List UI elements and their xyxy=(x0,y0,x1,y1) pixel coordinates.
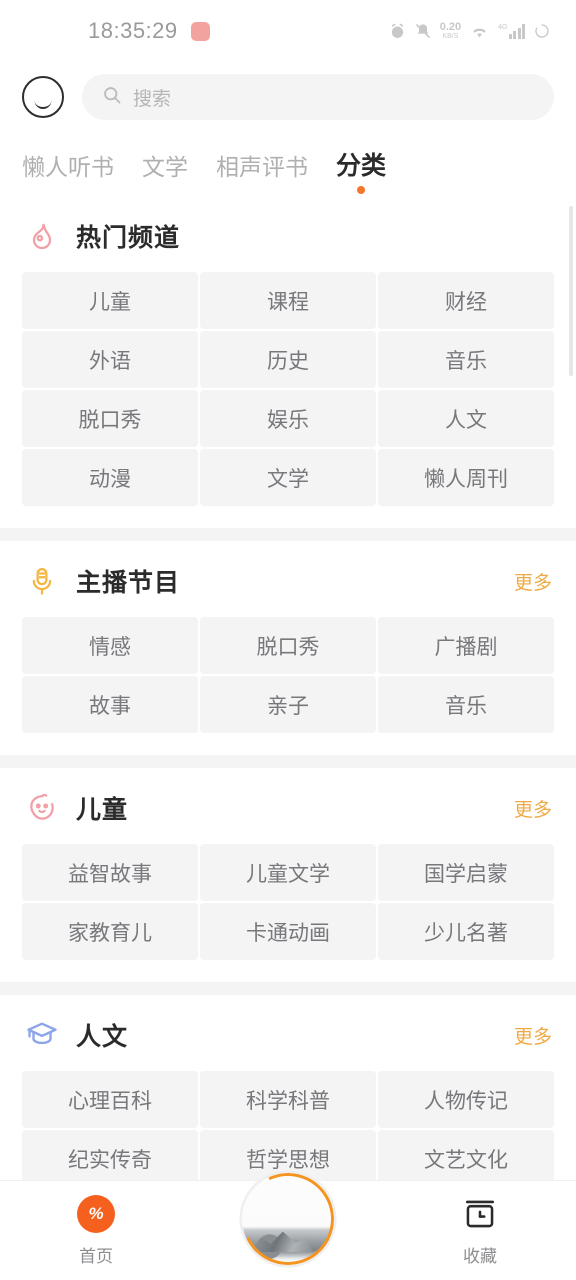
tab-label: 相声评书 xyxy=(216,154,308,180)
chip-item[interactable]: 儿童 xyxy=(22,272,198,329)
chip-item[interactable]: 纪实传奇 xyxy=(22,1130,198,1187)
chip-item[interactable]: 文学 xyxy=(200,449,376,506)
tab-lazy-listen[interactable]: 懒人听书 xyxy=(22,148,114,196)
nav-item-label: 首页 xyxy=(79,1246,113,1266)
section-more-link[interactable]: 更多 xyxy=(514,795,552,822)
chip-item[interactable]: 财经 xyxy=(378,272,554,329)
section-title: 主播节目 xyxy=(76,569,181,597)
wifi-icon xyxy=(470,24,489,39)
smiley-avatar-icon[interactable] xyxy=(22,76,64,118)
player-mini-button[interactable] xyxy=(242,1173,334,1265)
history-box-icon xyxy=(461,1195,499,1233)
signal-bars xyxy=(508,23,525,39)
chip-item[interactable]: 儿童文学 xyxy=(200,844,376,901)
chip-item[interactable]: 音乐 xyxy=(378,676,554,733)
chip-item[interactable]: 故事 xyxy=(22,676,198,733)
tab-label: 懒人听书 xyxy=(22,154,114,180)
chip-grid-humanities: 心理百科 科学科普 人物传记 纪实传奇 哲学思想 文艺文化 xyxy=(0,1071,576,1187)
chip-grid-children: 益智故事 儿童文学 国学启蒙 家教育儿 卡通动画 少儿名著 xyxy=(0,844,576,960)
status-notification-badge xyxy=(190,21,210,41)
player-progress-ring xyxy=(242,1173,334,1265)
chip-item[interactable]: 少儿名著 xyxy=(378,903,554,960)
status-time: 18:35:29 xyxy=(88,18,178,43)
tab-literature[interactable]: 文学 xyxy=(142,148,188,196)
section-header-hot-channels: 热门频道 xyxy=(0,196,576,272)
section-divider xyxy=(0,528,576,541)
battery-icon xyxy=(534,23,550,39)
nav-item-favorites[interactable]: 收藏 xyxy=(384,1195,576,1267)
section-divider xyxy=(0,982,576,995)
graduation-cap-icon xyxy=(24,1017,60,1053)
chip-item[interactable]: 外语 xyxy=(22,331,198,388)
tab-active-dot xyxy=(357,186,365,194)
section-header-host-programs: 主播节目 更多 xyxy=(0,541,576,617)
scrollbar[interactable] xyxy=(569,206,573,376)
microphone-icon xyxy=(24,563,60,599)
network-speed-unit: KB/S xyxy=(442,33,459,40)
bell-muted-icon xyxy=(415,23,431,39)
chip-item[interactable]: 心理百科 xyxy=(22,1071,198,1128)
signal-network-label: 4G xyxy=(498,23,508,31)
home-logo-icon: % xyxy=(77,1194,115,1233)
chip-item[interactable]: 懒人周刊 xyxy=(378,449,554,506)
bottom-navigation-bar: % 首页 收藏 xyxy=(0,1173,576,1280)
app-header: 搜索 xyxy=(0,62,576,120)
flame-icon xyxy=(24,218,60,254)
app-screen: 18:35:29 0.20 KB/S 4G 搜索 懒人听书 文学 相声评书 分类… xyxy=(0,0,576,1280)
tab-label: 文学 xyxy=(142,154,188,180)
nav-item-label: 收藏 xyxy=(463,1246,497,1266)
chip-item[interactable]: 卡通动画 xyxy=(200,903,376,960)
chip-item[interactable]: 动漫 xyxy=(22,449,198,506)
baby-face-icon xyxy=(24,790,60,826)
chip-item[interactable]: 广播剧 xyxy=(378,617,554,674)
status-bar-left: 18:35:29 xyxy=(88,18,210,44)
section-header-children: 儿童 更多 xyxy=(0,768,576,844)
section-title: 人文 xyxy=(76,1023,129,1051)
chip-item[interactable]: 脱口秀 xyxy=(200,617,376,674)
chip-item[interactable]: 亲子 xyxy=(200,676,376,733)
search-icon xyxy=(102,85,122,110)
status-bar: 18:35:29 0.20 KB/S 4G xyxy=(0,0,576,62)
section-more-link[interactable]: 更多 xyxy=(514,568,552,595)
chip-grid-hot-channels: 儿童 课程 财经 外语 历史 音乐 脱口秀 娱乐 人文 动漫 文学 懒人周刊 xyxy=(0,272,576,506)
chip-item[interactable]: 国学启蒙 xyxy=(378,844,554,901)
search-input[interactable]: 搜索 xyxy=(133,84,171,111)
section-more-link[interactable]: 更多 xyxy=(514,1022,552,1049)
nav-item-home[interactable]: % 首页 xyxy=(0,1194,192,1267)
search-bar[interactable]: 搜索 xyxy=(82,74,554,120)
section-title: 儿童 xyxy=(76,796,129,824)
alarm-icon xyxy=(389,23,406,40)
chip-item[interactable]: 人文 xyxy=(378,390,554,447)
chip-item[interactable]: 音乐 xyxy=(378,331,554,388)
chip-item[interactable]: 人物传记 xyxy=(378,1071,554,1128)
top-tab-bar: 懒人听书 文学 相声评书 分类 xyxy=(0,120,576,196)
network-speed-indicator: 0.20 KB/S xyxy=(439,21,462,41)
chip-item[interactable]: 课程 xyxy=(200,272,376,329)
network-speed-value: 0.20 xyxy=(439,21,462,33)
chip-item[interactable]: 脱口秀 xyxy=(22,390,198,447)
chip-item[interactable]: 情感 xyxy=(22,617,198,674)
tab-categories[interactable]: 分类 xyxy=(336,146,386,196)
status-bar-right: 0.20 KB/S 4G xyxy=(389,22,550,40)
chip-item[interactable]: 益智故事 xyxy=(22,844,198,901)
section-title: 热门频道 xyxy=(76,224,181,252)
chip-item[interactable]: 娱乐 xyxy=(200,390,376,447)
category-scroll-area[interactable]: 热门频道 儿童 课程 财经 外语 历史 音乐 脱口秀 娱乐 人文 动漫 文学 懒… xyxy=(0,196,576,1222)
chip-item[interactable]: 文艺文化 xyxy=(378,1130,554,1187)
chip-item[interactable]: 家教育儿 xyxy=(22,903,198,960)
tab-crosstalk[interactable]: 相声评书 xyxy=(216,148,308,196)
section-header-humanities: 人文 更多 xyxy=(0,995,576,1071)
chip-grid-host-programs: 情感 脱口秀 广播剧 故事 亲子 音乐 xyxy=(0,617,576,733)
chip-item[interactable]: 科学科普 xyxy=(200,1071,376,1128)
signal-icon: 4G xyxy=(498,23,525,39)
section-divider xyxy=(0,755,576,768)
chip-item[interactable]: 历史 xyxy=(200,331,376,388)
tab-label: 分类 xyxy=(336,152,387,180)
